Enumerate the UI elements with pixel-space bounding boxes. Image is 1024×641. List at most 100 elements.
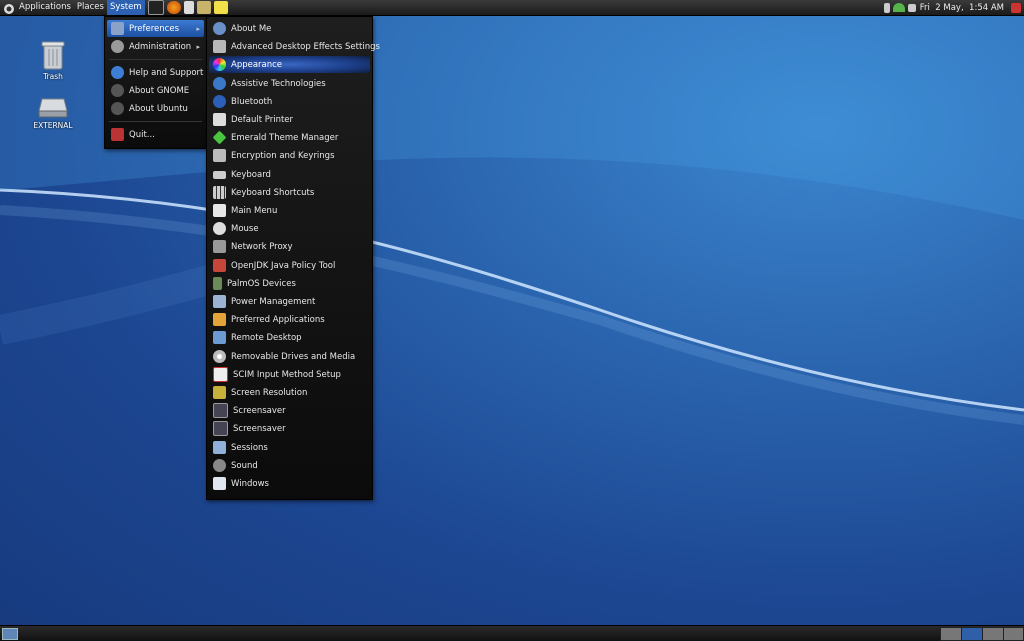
menu-item-label: Windows (231, 478, 269, 489)
clock[interactable]: Fri 2 May, 1:54 AM (916, 3, 1008, 13)
menu-separator (109, 59, 202, 60)
system-menu-item-about-ubuntu[interactable]: About Ubuntu (107, 100, 204, 117)
system-menu-item-administration[interactable]: Administration ▸ (107, 38, 204, 55)
pref-item-screensaver-1[interactable]: Screensaver (209, 402, 370, 419)
menu-item-label: Sessions (231, 442, 268, 453)
bottom-panel (0, 625, 1024, 641)
pref-item-java-policy[interactable]: OpenJDK Java Policy Tool (209, 257, 370, 274)
remote-desktop-icon (213, 331, 226, 344)
screensaver-icon (213, 403, 228, 418)
text-editor-icon[interactable] (183, 1, 194, 14)
system-menu-item-about-gnome[interactable]: About GNOME (107, 82, 204, 99)
menu-item-label: Appearance (231, 59, 283, 70)
pref-item-scim[interactable]: SCIM Input Method Setup (209, 366, 370, 383)
desktop-icon-label: Trash (43, 72, 63, 81)
menu-item-label: Mouse (231, 223, 259, 234)
pref-item-default-printer[interactable]: Default Printer (209, 111, 370, 128)
pref-item-windows[interactable]: Windows (209, 475, 370, 492)
pref-item-removable-media[interactable]: Removable Drives and Media (209, 348, 370, 365)
pref-item-network-proxy[interactable]: Network Proxy (209, 238, 370, 255)
menu-item-label: Administration (129, 41, 192, 52)
help-icon (111, 66, 124, 79)
terminal-icon[interactable] (147, 0, 164, 15)
system-menu-item-quit[interactable]: Quit... (107, 126, 204, 143)
menu-places[interactable]: Places (74, 0, 107, 15)
battery-icon[interactable] (883, 2, 890, 13)
menu-item-label: Bluetooth (231, 96, 273, 107)
workspace-2[interactable] (961, 627, 983, 641)
bluetooth-icon (213, 95, 226, 108)
pref-item-screen-resolution[interactable]: Screen Resolution (209, 384, 370, 401)
menu-item-label: Assistive Technologies (231, 78, 326, 89)
system-menu-item-help[interactable]: Help and Support (107, 64, 204, 81)
system-menu-item-preferences[interactable]: Preferences ▸ (107, 20, 204, 37)
menu-item-label: Main Menu (231, 205, 278, 216)
screensaver-icon (213, 421, 228, 436)
pref-item-mouse[interactable]: Mouse (209, 220, 370, 237)
firefox-icon[interactable] (166, 1, 181, 14)
power-icon (213, 295, 226, 308)
menu-item-label: Network Proxy (231, 241, 293, 252)
pref-item-encryption[interactable]: Encryption and Keyrings (209, 147, 370, 164)
pref-item-keyboard[interactable]: Keyboard (209, 166, 370, 183)
workspace-4[interactable] (1003, 627, 1024, 641)
desktop-icon-external[interactable]: EXTERNAL (23, 97, 83, 130)
desktop-icon-label: EXTERNAL (33, 121, 73, 130)
emerald-icon (212, 130, 227, 145)
pref-item-sound[interactable]: Sound (209, 457, 370, 474)
menu-item-label: Default Printer (231, 114, 294, 125)
pref-item-advanced-effects[interactable]: Advanced Desktop Effects Settings (209, 38, 380, 55)
gear-icon (111, 40, 124, 53)
ubuntu-icon (111, 102, 124, 115)
top-panel: Applications Places System Fri 2 May, 1:… (0, 0, 1024, 16)
menu-item-label: About Ubuntu (129, 103, 188, 114)
show-desktop-icon[interactable] (2, 628, 18, 640)
notes-icon[interactable] (213, 1, 228, 14)
sessions-icon (213, 441, 226, 454)
printer-icon (213, 113, 226, 126)
submenu-arrow-icon: ▸ (196, 42, 200, 51)
pref-item-assistive[interactable]: Assistive Technologies (209, 75, 370, 92)
desktop-icon-trash[interactable]: Trash (23, 40, 83, 81)
preferences-menu: About Me Advanced Desktop Effects Settin… (206, 16, 380, 500)
volume-icon[interactable] (907, 3, 916, 12)
menu-item-label: Quit... (129, 129, 155, 140)
pref-item-emerald[interactable]: Emerald Theme Manager (209, 129, 370, 146)
screen-resolution-icon (213, 386, 226, 399)
workspace-1[interactable] (940, 627, 962, 641)
pref-item-remote-desktop[interactable]: Remote Desktop (209, 329, 370, 346)
pref-item-sessions[interactable]: Sessions (209, 439, 370, 456)
appearance-icon (213, 58, 226, 71)
menu-item-label: SCIM Input Method Setup (233, 369, 341, 380)
pref-item-power[interactable]: Power Management (209, 293, 370, 310)
menu-system[interactable]: System (106, 0, 145, 15)
menu-item-label: Sound (231, 460, 258, 471)
network-icon[interactable] (892, 3, 905, 12)
workspace-3[interactable] (982, 627, 1004, 641)
menu-item-label: About GNOME (129, 85, 190, 96)
mail-icon[interactable] (196, 1, 211, 14)
network-proxy-icon (213, 240, 226, 253)
menu-item-label: Preferences (129, 23, 179, 34)
shutdown-icon[interactable] (1011, 2, 1021, 13)
gnome-icon (111, 84, 124, 97)
mouse-icon (213, 222, 226, 235)
menu-item-label: Encryption and Keyrings (231, 150, 335, 161)
pref-item-keyboard-shortcuts[interactable]: Keyboard Shortcuts (209, 184, 370, 201)
keyring-icon (213, 149, 226, 162)
pref-item-about-me[interactable]: About Me (209, 20, 370, 37)
pref-item-preferred-apps[interactable]: Preferred Applications (209, 311, 370, 328)
menu-applications[interactable]: Applications (16, 0, 74, 15)
menu-item-label: PalmOS Devices (227, 278, 296, 289)
pref-item-palmos[interactable]: PalmOS Devices (209, 275, 370, 292)
pref-item-appearance[interactable]: Appearance (209, 56, 370, 73)
palm-icon (213, 277, 222, 290)
trash-icon (41, 41, 65, 70)
gnome-foot-icon[interactable] (2, 1, 16, 15)
pref-item-bluetooth[interactable]: Bluetooth (209, 93, 370, 110)
pref-item-main-menu[interactable]: Main Menu (209, 202, 370, 219)
menu-item-label: Advanced Desktop Effects Settings (231, 41, 380, 52)
pref-item-screensaver-2[interactable]: Screensaver (209, 420, 370, 437)
system-tray: Fri 2 May, 1:54 AM (881, 0, 1024, 15)
menu-item-label: Screensaver (233, 405, 286, 416)
